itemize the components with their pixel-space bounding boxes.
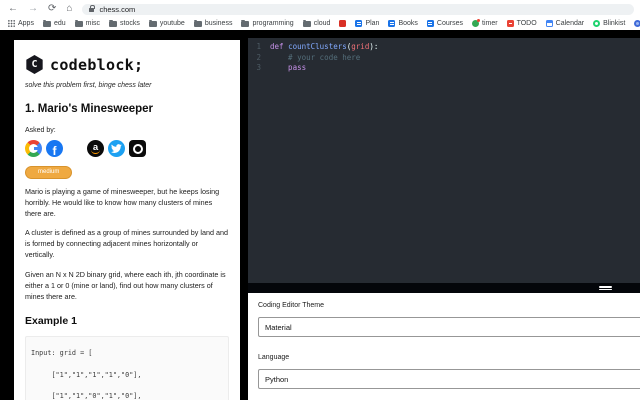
bookmark-item[interactable]: Blinkist — [593, 20, 625, 27]
green-circle-icon — [593, 20, 600, 27]
back-icon[interactable]: ← — [8, 4, 18, 14]
bookmark-item[interactable]: Plan — [355, 20, 379, 27]
problem-paragraph: A cluster is defined as a group of mines… — [25, 228, 229, 261]
dot-badge-icon — [129, 140, 146, 157]
bookmark-item[interactable] — [339, 20, 346, 27]
panel-resize-handle-icon[interactable] — [599, 285, 612, 291]
twitter-icon — [108, 140, 125, 157]
problem-title: 1. Mario's Minesweeper — [25, 103, 229, 115]
bookmark-folder[interactable]: stocks — [109, 20, 140, 27]
bookmark-folder[interactable]: business — [194, 20, 233, 27]
amazon-icon: a — [87, 140, 104, 157]
line-number: 1 — [252, 42, 261, 53]
bookmark-folder[interactable]: cloud — [303, 20, 331, 27]
url-text: chess.com — [99, 5, 135, 14]
bookmark-item[interactable]: Calendar — [546, 20, 584, 27]
example-code-line: Input: grid = [ — [31, 343, 223, 365]
bookmark-label: Apps — [18, 20, 34, 27]
timer-icon — [472, 20, 479, 27]
right-region: 1def countClusters(grid):2 # your code h… — [248, 30, 640, 400]
company-icons: fa — [25, 140, 229, 157]
example-code-line: ["1","1","0","1","0"], — [31, 386, 223, 400]
folder-icon — [194, 21, 202, 27]
panel-divider — [248, 283, 640, 293]
difficulty-badge: medium — [25, 166, 72, 179]
lock-icon[interactable] — [89, 8, 94, 12]
bookmark-item[interactable]: Books — [388, 20, 417, 27]
example-code-line: ["1","1","1","1","0"], — [31, 365, 223, 387]
address-bar[interactable]: chess.com — [82, 4, 634, 15]
blue-lines-icon — [427, 20, 434, 27]
blue-lines-icon — [355, 20, 362, 27]
codeblock-logo-icon: C — [25, 55, 44, 74]
bookmark-item[interactable]: TODO — [507, 20, 537, 27]
problem-paragraphs: Mario is playing a game of minesweeper, … — [25, 187, 229, 302]
folder-icon — [109, 21, 117, 27]
example-code-block: Input: grid = [ ["1","1","1","1","0"], [… — [25, 336, 229, 400]
problem-paragraph: Given an N x N 2D binary grid, where eac… — [25, 270, 229, 303]
folder-icon — [241, 21, 249, 27]
bookmark-folder[interactable]: youtube — [149, 20, 185, 27]
bookmark-apps[interactable]: Apps — [8, 20, 34, 27]
bookmark-item[interactable]: timer — [472, 20, 498, 27]
problem-panel: C codeblock; solve this problem first, b… — [14, 40, 240, 400]
editor-line: 1def countClusters(grid): — [252, 42, 640, 53]
folder-icon — [303, 21, 311, 27]
bookmark-folder[interactable]: programming — [241, 20, 293, 27]
bookmark-item[interactable]: Courses — [427, 20, 463, 27]
facebook-icon: f — [46, 140, 63, 157]
google-icon — [25, 140, 42, 157]
line-number: 3 — [252, 63, 261, 74]
red-square-icon — [339, 20, 346, 27]
calendar-icon — [546, 20, 553, 27]
folder-icon — [43, 21, 51, 27]
language-label: Language — [258, 354, 640, 361]
red-check-icon — [507, 20, 514, 27]
forward-icon[interactable]: → — [28, 4, 38, 14]
bookmark-folder[interactable]: edu — [43, 20, 66, 27]
tagline: solve this problem first, binge chess la… — [25, 82, 229, 89]
microsoft-icon — [67, 141, 83, 157]
folder-icon — [75, 21, 83, 27]
editor-line: 2 # your code here — [252, 53, 640, 64]
apps-grid-icon — [8, 20, 15, 27]
browser-chrome: ← → ⟳ ⌂ chess.com Apps edu misc stocks yout… — [0, 0, 640, 30]
language-select[interactable]: Python — [258, 369, 640, 389]
theme-select[interactable]: Material — [258, 317, 640, 337]
problem-paragraph: Mario is playing a game of minesweeper, … — [25, 187, 229, 220]
settings-panel: Coding Editor Theme Material Language Py… — [248, 293, 640, 400]
example-heading: Example 1 — [25, 315, 229, 327]
theme-label: Coding Editor Theme — [258, 302, 640, 309]
logo[interactable]: C codeblock; — [25, 55, 229, 74]
browser-nav-bar: ← → ⟳ ⌂ chess.com — [0, 0, 640, 17]
bookmarks-bar: Apps edu misc stocks youtube business program… — [0, 17, 640, 30]
asked-by-label: Asked by: — [25, 127, 229, 134]
home-icon[interactable]: ⌂ — [66, 4, 72, 14]
line-number: 2 — [252, 53, 261, 64]
bookmark-item[interactable] — [634, 20, 640, 27]
code-editor[interactable]: 1def countClusters(grid):2 # your code h… — [248, 38, 640, 283]
blue-lines-icon — [388, 20, 395, 27]
reload-icon[interactable]: ⟳ — [48, 4, 56, 14]
bookmark-folder[interactable]: misc — [75, 20, 100, 27]
editor-lines: 1def countClusters(grid):2 # your code h… — [252, 42, 640, 74]
editor-line: 3 pass — [252, 63, 640, 74]
folder-icon — [149, 21, 157, 27]
logo-text: codeblock; — [50, 56, 143, 74]
blue-circle-icon — [634, 20, 640, 27]
